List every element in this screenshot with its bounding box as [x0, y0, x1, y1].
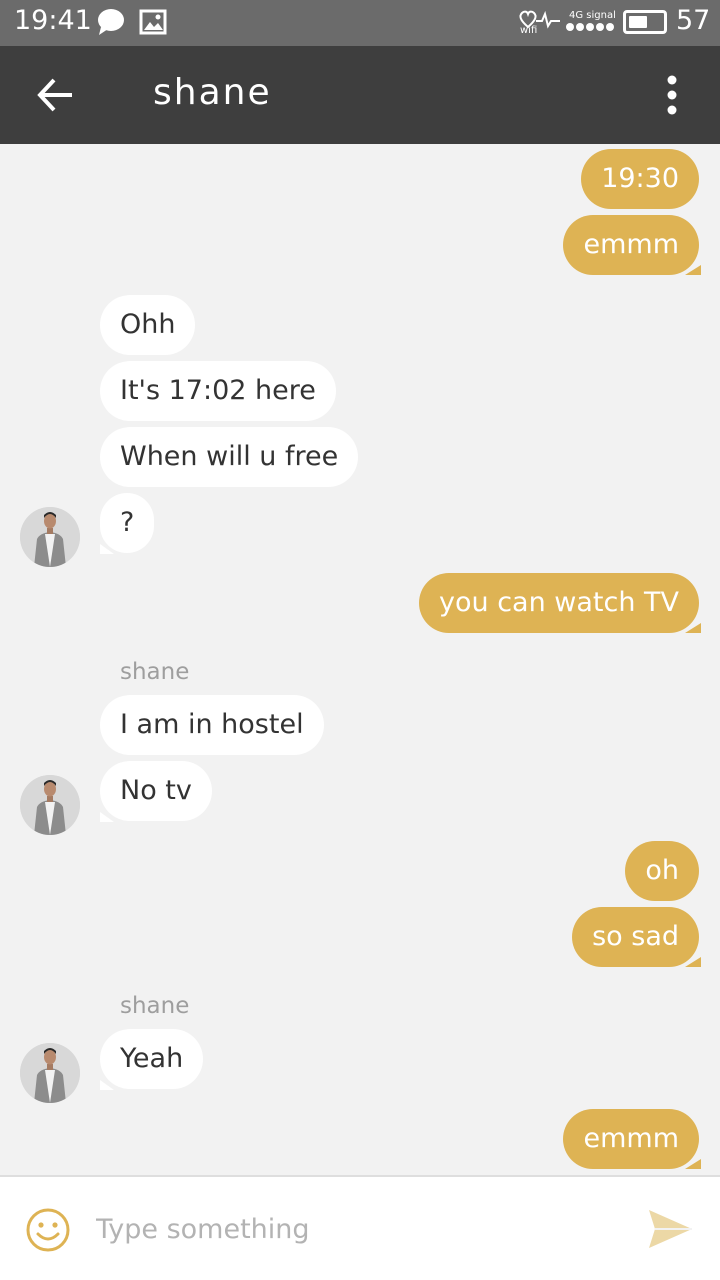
outgoing-message[interactable]: oh — [625, 841, 699, 901]
person-avatar-icon — [20, 507, 80, 567]
incoming-message[interactable]: It's 17:02 here — [100, 361, 336, 421]
avatar[interactable] — [20, 507, 80, 567]
outgoing-message[interactable]: you can watch TV — [419, 573, 701, 633]
arrow-left-icon — [37, 78, 72, 112]
outgoing-message[interactable]: emmm — [563, 1109, 701, 1169]
status-bar: 19:41 wifi 4G signal 57 — [0, 0, 720, 46]
avatar[interactable] — [20, 1043, 80, 1103]
send-button[interactable] — [646, 1207, 694, 1251]
chat-title: shane — [153, 72, 272, 113]
composer-bar — [0, 1175, 720, 1280]
chat-bubble-icon — [96, 8, 126, 40]
outgoing-message[interactable]: so sad — [572, 907, 701, 967]
incoming-message[interactable]: When will u free — [100, 427, 359, 487]
incoming-message[interactable]: ? — [100, 493, 155, 554]
incoming-message[interactable]: No tv — [100, 761, 212, 822]
battery-percent: 57 — [676, 5, 711, 36]
incoming-message[interactable]: Ohh — [100, 295, 196, 355]
incoming-message[interactable]: Yeah — [100, 1029, 204, 1090]
battery-icon — [623, 10, 667, 34]
emoji-button[interactable] — [25, 1207, 71, 1253]
status-time: 19:41 — [14, 5, 92, 36]
sender-name: shane — [120, 993, 190, 1019]
message-input[interactable] — [96, 1201, 616, 1257]
avatar[interactable] — [20, 775, 80, 835]
wifi-label: wifi — [520, 25, 538, 36]
message-list[interactable]: 19:30 emmm Ohh It's 17:02 here When will… — [0, 144, 720, 1175]
network-label: 4G signal — [569, 10, 616, 21]
smiley-icon — [26, 1208, 70, 1252]
sender-name: shane — [120, 659, 190, 685]
more-options-button[interactable] — [652, 70, 692, 120]
person-avatar-icon — [20, 775, 80, 835]
outgoing-message[interactable]: 19:30 — [581, 149, 699, 209]
person-avatar-icon — [20, 1043, 80, 1103]
chat-screen: 19:41 wifi 4G signal 57 shane 19:30 emmm… — [0, 0, 720, 1280]
signal-dots-icon — [566, 23, 614, 31]
more-vertical-icon — [667, 75, 677, 115]
send-icon — [649, 1210, 692, 1248]
app-bar: shane — [0, 46, 720, 144]
back-button[interactable] — [30, 70, 80, 120]
incoming-message[interactable]: I am in hostel — [100, 695, 324, 755]
image-icon — [139, 9, 167, 39]
outgoing-message[interactable]: emmm — [563, 215, 701, 275]
